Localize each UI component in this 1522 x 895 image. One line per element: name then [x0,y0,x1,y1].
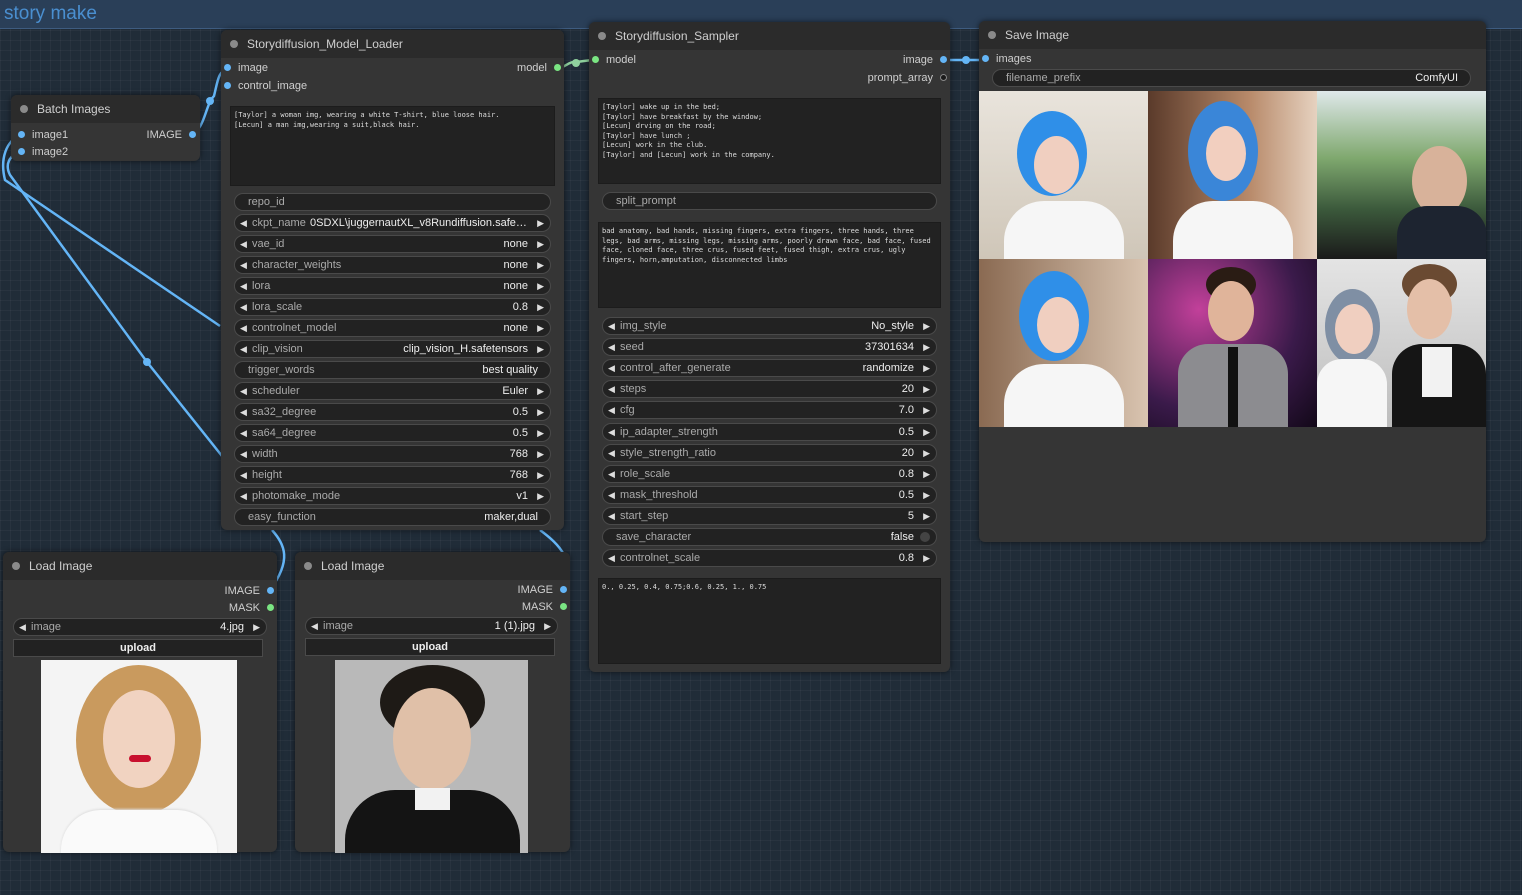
output-image[interactable]: IMAGE [225,584,274,598]
load-image-header-2[interactable]: Load Image [295,552,570,580]
output-image-grid[interactable] [979,91,1486,427]
sa32-degree-widget[interactable]: ◀ sa32_degree 0.5 ▶ [234,403,551,421]
input-image2[interactable]: image2 [18,145,68,159]
trigger-words-widget[interactable]: trigger_words best quality [234,361,551,379]
easy-function-widget[interactable]: easy_function maker,dual [234,508,551,526]
character-prompt-textarea[interactable]: [Taylor] a woman img, wearing a white T-… [230,106,555,186]
load-image-title-2: Load Image [321,559,385,573]
repo-id-widget[interactable]: repo_id [234,193,551,211]
load-image-node-1[interactable]: Load Image IMAGE MASK ◀ image 4.jpg ▶ up… [3,552,277,853]
save-image-title: Save Image [1005,28,1070,42]
load-image-header-1[interactable]: Load Image [3,552,277,580]
image-select-2[interactable]: ◀ image 1 (1).jpg ▶ [305,617,558,635]
output-image[interactable]: image [903,53,947,67]
controlnet-scale-widget[interactable]: ◀ controlnet_scale 0.8 ▶ [602,549,937,568]
batch-images-node[interactable]: Batch Images image1 image2 IMAGE [11,95,200,161]
output-image-6[interactable] [1317,259,1486,427]
clip-vision-widget[interactable]: ◀ clip_vision clip_vision_H.safetensors ▶ [234,340,551,358]
scene-prompt-textarea[interactable]: [Taylor] wake up in the bed; [Taylor] ha… [598,98,941,184]
character-weights-widget[interactable]: ◀ character_weights none ▶ [234,256,551,274]
output-prompt-array[interactable]: prompt_array [868,71,947,85]
input-image1[interactable]: image1 [18,128,68,142]
seed-widget[interactable]: ◀ seed 37301634 ▶ [602,338,937,357]
input-model[interactable]: model [592,53,636,67]
height-widget[interactable]: ◀ height 768 ▶ [234,466,551,484]
save-image-node[interactable]: Save Image images filename_prefix ComfyU… [979,21,1486,542]
model-loader-header[interactable]: Storydiffusion_Model_Loader [221,30,564,58]
preview-image-2 [335,660,528,853]
start-step-widget[interactable]: ◀ start_step 5 ▶ [602,506,937,525]
scheduler-widget[interactable]: ◀ scheduler Euler ▶ [234,382,551,400]
model-loader-node[interactable]: Storydiffusion_Model_Loader image contro… [221,30,564,530]
image-select-1[interactable]: ◀ image 4.jpg ▶ [13,618,267,636]
output-image-1[interactable] [979,91,1148,259]
sampler-header[interactable]: Storydiffusion_Sampler [589,22,950,50]
sampler-node[interactable]: Storydiffusion_Sampler model image promp… [589,22,950,672]
steps-widget[interactable]: ◀ steps 20 ▶ [602,380,937,399]
batch-images-title: Batch Images [37,102,111,116]
input-images[interactable]: images [982,52,1031,66]
style-strength-ratio-widget[interactable]: ◀ style_strength_ratio 20 ▶ [602,443,937,462]
control-after-generate-widget[interactable]: ◀ control_after_generate randomize ▶ [602,359,937,378]
save-image-header[interactable]: Save Image [979,21,1486,49]
role-scale-widget[interactable]: ◀ role_scale 0.8 ▶ [602,464,937,483]
split-prompt-input[interactable]: split_prompt [602,192,937,210]
lora-widget[interactable]: ◀ lora none ▶ [234,277,551,295]
load-image-title-1: Load Image [29,559,93,573]
width-widget[interactable]: ◀ width 768 ▶ [234,445,551,463]
sampler-title: Storydiffusion_Sampler [615,29,739,43]
output-mask[interactable]: MASK [522,600,567,614]
ckpt-name-widget[interactable]: ◀ ckpt_name 0SDXL\juggernautXL_v8Rundiffus… [234,214,551,232]
cfg-widget[interactable]: ◀ cfg 7.0 ▶ [602,401,937,420]
mask-threshold-widget[interactable]: ◀ mask_threshold 0.5 ▶ [602,485,937,504]
preview-image-1 [41,660,237,853]
photomake-mode-widget[interactable]: ◀ photomake_mode v1 ▶ [234,487,551,505]
upload-button-2[interactable]: upload [305,638,555,656]
input-image[interactable]: image [224,61,268,75]
vae-id-widget[interactable]: ◀ vae_id none ▶ [234,235,551,253]
schedule-textarea[interactable]: 0., 0.25, 0.4, 0.75;0.6, 0.25, 1., 0.75 [598,578,941,664]
output-mask[interactable]: MASK [229,601,274,615]
model-loader-title: Storydiffusion_Model_Loader [247,37,403,51]
img-style-widget[interactable]: ◀ img_style No_style ▶ [602,317,937,335]
batch-images-header[interactable]: Batch Images [11,95,200,123]
output-model[interactable]: model [517,61,561,75]
negative-prompt-textarea[interactable]: bad anatomy, bad hands, missing fingers,… [598,222,941,308]
lora-scale-widget[interactable]: ◀ lora_scale 0.8 ▶ [234,298,551,316]
output-image-2[interactable] [1148,91,1317,259]
output-image-4[interactable] [979,259,1148,427]
load-image-node-2[interactable]: Load Image IMAGE MASK ◀ image 1 (1).jpg … [295,552,570,853]
save-character-widget[interactable]: save_character false [602,528,937,546]
filename-prefix-input[interactable]: filename_prefix ComfyUI [992,69,1471,87]
upload-button-1[interactable]: upload [13,639,263,657]
output-image-3[interactable] [1317,91,1486,259]
output-image-5[interactable] [1148,259,1317,427]
group-title[interactable]: story make [4,3,97,25]
input-control-image[interactable]: control_image [224,79,307,93]
output-image[interactable]: IMAGE [518,583,567,597]
sa64-degree-widget[interactable]: ◀ sa64_degree 0.5 ▶ [234,424,551,442]
controlnet-model-widget[interactable]: ◀ controlnet_model none ▶ [234,319,551,337]
ip-adapter-strength-widget[interactable]: ◀ ip_adapter_strength 0.5 ▶ [602,422,937,441]
output-image[interactable]: IMAGE [147,128,196,142]
